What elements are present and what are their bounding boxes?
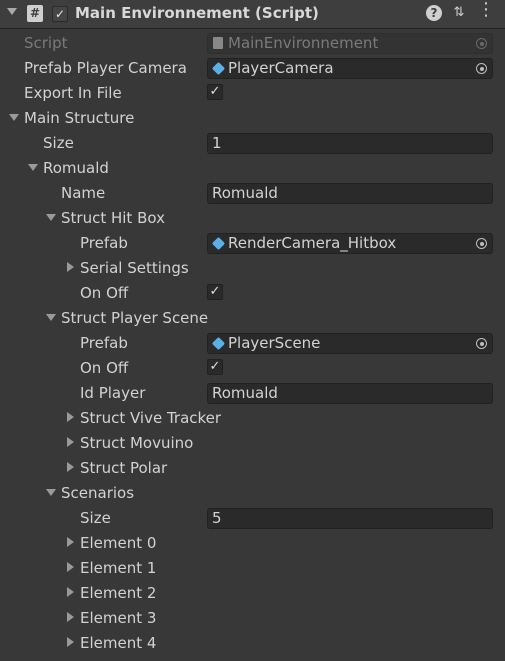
foldout-closed-icon[interactable] [67, 462, 74, 472]
foldout-closed-icon[interactable] [67, 537, 74, 547]
export-in-file-label: Export In File [24, 84, 122, 102]
romuald-row[interactable]: Romuald [0, 156, 505, 181]
prefab-icon [211, 236, 226, 251]
size-label: Size [43, 134, 74, 152]
main-structure-size-row: Size 1 [0, 131, 505, 156]
foldout-open-icon[interactable] [46, 489, 56, 496]
export-in-file-row: Export In File ✓ [0, 81, 505, 106]
romuald-label: Romuald [43, 159, 109, 177]
struct-polar-label: Struct Polar [80, 459, 168, 477]
scenarios-size-field[interactable]: 5 [207, 508, 493, 529]
id-player-value: Romuald [212, 384, 278, 402]
struct-player-scene-label: Struct Player Scene [61, 309, 209, 327]
element-label: Element 0 [80, 534, 157, 552]
name-value: Romuald [212, 184, 278, 202]
struct-movuino-row[interactable]: Struct Movuino [0, 431, 505, 456]
script-file-icon [213, 37, 223, 49]
scenarios-size-value: 5 [212, 509, 222, 527]
component-enabled-checkbox[interactable]: ✓ [52, 6, 68, 22]
scene-on-off-row: On Off ✓ [0, 356, 505, 381]
prefab-player-camera-label: Prefab Player Camera [24, 59, 187, 77]
main-structure-label: Main Structure [24, 109, 135, 127]
main-structure-row[interactable]: Main Structure [0, 106, 505, 131]
scenarios-label: Scenarios [61, 484, 135, 502]
object-picker-icon[interactable] [476, 338, 487, 349]
scenarios-row[interactable]: Scenarios [0, 481, 505, 506]
prefab-icon [211, 336, 226, 351]
object-picker-icon[interactable] [476, 63, 487, 74]
serial-settings-row[interactable]: Serial Settings [0, 256, 505, 281]
foldout-closed-icon[interactable] [67, 262, 74, 272]
prefab-icon [211, 61, 226, 76]
list-item[interactable]: Element 1 [0, 556, 505, 581]
collapse-arrow-icon[interactable] [7, 8, 17, 15]
hitbox-prefab-row: Prefab RenderCamera_Hitbox [0, 231, 505, 256]
scene-prefab-label: Prefab [80, 334, 128, 352]
scene-on-off-checkbox[interactable]: ✓ [207, 359, 223, 375]
scenarios-size-row: Size 5 [0, 506, 505, 531]
element-label: Element 3 [80, 609, 157, 627]
struct-hit-box-row[interactable]: Struct Hit Box [0, 206, 505, 231]
prefab-player-camera-field[interactable]: PlayerCamera [207, 58, 493, 79]
foldout-closed-icon[interactable] [67, 562, 74, 572]
foldout-closed-icon[interactable] [67, 412, 74, 422]
presets-icon[interactable]: ⇅ [451, 5, 467, 21]
foldout-open-icon[interactable] [28, 164, 38, 171]
list-item[interactable]: Element 2 [0, 581, 505, 606]
foldout-closed-icon[interactable] [67, 437, 74, 447]
script-label: Script [24, 34, 68, 52]
component-title: Main Environnement (Script) [75, 4, 319, 22]
name-label: Name [61, 184, 106, 202]
script-icon: # [27, 5, 43, 22]
scene-prefab-row: Prefab PlayerScene [0, 331, 505, 356]
hitbox-on-off-checkbox[interactable]: ✓ [207, 284, 223, 300]
element-label: Element 2 [80, 584, 157, 602]
list-item[interactable]: Element 4 [0, 631, 505, 656]
component-header: # ✓ Main Environnement (Script) ? ⇅ ⋮ [0, 0, 505, 29]
foldout-open-icon[interactable] [46, 214, 56, 221]
scenarios-size-label: Size [80, 509, 111, 527]
list-item[interactable]: Element 0 [0, 531, 505, 556]
name-field[interactable]: Romuald [207, 183, 493, 204]
struct-polar-row[interactable]: Struct Polar [0, 456, 505, 481]
element-label: Element 1 [80, 559, 157, 577]
struct-hit-box-label: Struct Hit Box [61, 209, 165, 227]
hitbox-prefab-field[interactable]: RenderCamera_Hitbox [207, 233, 493, 254]
scene-on-off-label: On Off [80, 359, 129, 377]
foldout-closed-icon[interactable] [67, 637, 74, 647]
hitbox-prefab-value: RenderCamera_Hitbox [228, 234, 397, 252]
hitbox-on-off-label: On Off [80, 284, 129, 302]
export-in-file-checkbox[interactable]: ✓ [207, 84, 223, 100]
hitbox-on-off-row: On Off ✓ [0, 281, 505, 306]
object-picker-icon[interactable] [476, 238, 487, 249]
hitbox-prefab-label: Prefab [80, 234, 128, 252]
struct-movuino-label: Struct Movuino [80, 434, 194, 452]
prefab-player-camera-row: Prefab Player Camera PlayerCamera [0, 56, 505, 81]
foldout-open-icon[interactable] [9, 114, 19, 121]
script-row: Script MainEnvironnement [0, 31, 505, 56]
serial-settings-label: Serial Settings [80, 259, 189, 277]
object-picker-icon [476, 38, 487, 49]
size-value: 1 [212, 134, 222, 152]
list-item[interactable]: Element 3 [0, 606, 505, 631]
struct-player-scene-row[interactable]: Struct Player Scene [0, 306, 505, 331]
more-options-icon[interactable]: ⋮ [477, 1, 495, 19]
foldout-closed-icon[interactable] [67, 612, 74, 622]
script-field: MainEnvironnement [207, 33, 493, 54]
struct-vive-tracker-row[interactable]: Struct Vive Tracker [0, 406, 505, 431]
foldout-open-icon[interactable] [46, 314, 56, 321]
id-player-field[interactable]: Romuald [207, 383, 493, 404]
scene-prefab-field[interactable]: PlayerScene [207, 333, 493, 354]
scene-prefab-value: PlayerScene [228, 334, 321, 352]
element-label: Element 4 [80, 634, 157, 652]
help-icon[interactable]: ? [426, 5, 442, 21]
size-field[interactable]: 1 [207, 133, 493, 154]
id-player-row: Id Player Romuald [0, 381, 505, 406]
script-value: MainEnvironnement [228, 34, 379, 52]
prefab-player-camera-value: PlayerCamera [228, 59, 334, 77]
name-row: Name Romuald [0, 181, 505, 206]
id-player-label: Id Player [80, 384, 146, 402]
foldout-closed-icon[interactable] [67, 587, 74, 597]
struct-vive-tracker-label: Struct Vive Tracker [80, 409, 222, 427]
